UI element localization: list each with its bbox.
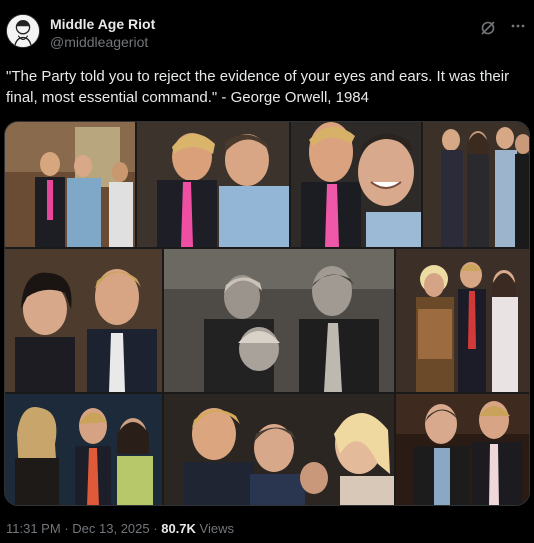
post-text: "The Party told you to reject the eviden… — [6, 68, 510, 106]
photo-tile[interactable] — [396, 394, 529, 505]
post-meta: 11:31 PM · Dec 13, 2025 · 80.7K Views — [6, 521, 234, 536]
photo-tile[interactable] — [5, 249, 162, 392]
photo-tile[interactable] — [291, 122, 421, 247]
photo-tile[interactable] — [164, 394, 394, 505]
post-header: Middle Age Riot @middleageriot — [0, 12, 534, 60]
meta-separator: · — [153, 521, 158, 536]
avatar[interactable] — [6, 14, 40, 48]
author-names: Middle Age Riot @middleageriot — [50, 12, 480, 51]
more-dots-icon[interactable] — [510, 18, 526, 37]
post-card: Middle Age Riot @middleageriot "The Part… — [0, 0, 534, 543]
photo-tile[interactable] — [396, 249, 529, 392]
photo-tile[interactable] — [137, 122, 289, 247]
post-time[interactable]: 11:31 PM — [6, 521, 61, 536]
post-date[interactable]: Dec 13, 2025 — [72, 521, 149, 536]
photo-tile[interactable] — [5, 122, 135, 247]
header-actions — [480, 18, 526, 37]
photo-tile[interactable] — [423, 122, 529, 247]
views-label: Views — [199, 521, 234, 536]
photo-tile[interactable] — [164, 249, 394, 392]
author-handle[interactable]: @middleageriot — [50, 33, 480, 51]
grok-slash-icon[interactable] — [480, 20, 496, 36]
author-display-name[interactable]: Middle Age Riot — [50, 15, 480, 33]
media-grid[interactable] — [4, 121, 530, 506]
photo-tile[interactable] — [5, 394, 162, 505]
meta-separator: · — [64, 521, 69, 536]
avatar-illustration-icon — [7, 15, 39, 47]
views-count: 80.7K — [161, 521, 196, 536]
